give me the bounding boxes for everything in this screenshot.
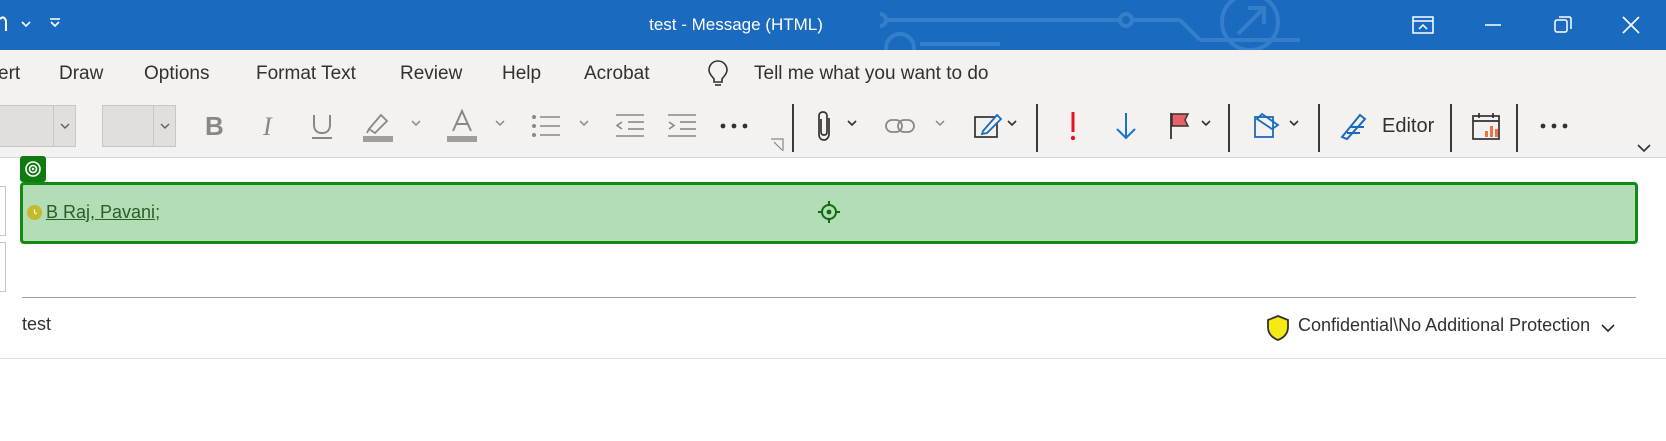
minimize-icon (1485, 24, 1501, 26)
close-button[interactable] (1596, 0, 1666, 50)
font-name-combo[interactable] (0, 105, 76, 147)
follow-up-dropdown-icon[interactable] (1200, 118, 1212, 128)
chevron-down-icon[interactable] (1600, 322, 1616, 334)
sensitivity-dropdown-icon[interactable] (1288, 118, 1300, 128)
dialog-launcher-icon[interactable] (770, 138, 784, 152)
to-recipient-field[interactable]: B Raj, Pavani; (20, 182, 1638, 244)
ribbon-separator (792, 104, 794, 152)
tab-review[interactable]: Review (400, 50, 462, 98)
restore-button[interactable] (1528, 0, 1598, 50)
bold-icon: B (205, 113, 224, 139)
ribbon-separator (1450, 104, 1452, 152)
title-bar: test - Message (HTML) (0, 0, 1666, 50)
link-button[interactable] (882, 106, 918, 146)
recipient-entry[interactable]: B Raj, Pavani; (46, 199, 160, 225)
to-button-edge[interactable] (0, 186, 6, 236)
presence-away-icon (27, 205, 42, 220)
more-commands-button[interactable] (1536, 106, 1572, 146)
follow-up-button[interactable] (1164, 106, 1196, 146)
bullets-icon (532, 115, 560, 137)
italic-icon: I (262, 113, 273, 139)
font-color-button[interactable] (442, 106, 482, 146)
underline-icon (312, 115, 332, 139)
sensitivity-label[interactable]: Confidential\No Additional Protection (1298, 315, 1590, 336)
underline-button[interactable] (305, 106, 339, 146)
chevron-down-icon[interactable] (53, 106, 75, 146)
chevron-down-icon[interactable] (153, 106, 175, 146)
increase-indent-button[interactable] (662, 106, 702, 146)
viva-insights-icon (1472, 113, 1500, 140)
shield-icon (1267, 315, 1289, 341)
bullets-dropdown-icon[interactable] (578, 118, 590, 128)
svg-text:B: B (205, 113, 224, 139)
collapse-ribbon-icon[interactable] (1636, 142, 1652, 154)
ribbon-separator (1036, 104, 1038, 152)
editor-button[interactable] (1336, 106, 1372, 146)
sensitivity-button[interactable] (1250, 106, 1284, 146)
highlight-icon (363, 113, 393, 142)
cc-button-edge[interactable] (0, 242, 6, 292)
restore-icon (1554, 16, 1572, 33)
attach-file-button[interactable] (810, 106, 840, 146)
tab-draw[interactable]: Draw (59, 50, 103, 98)
more-formatting-button[interactable] (716, 106, 752, 146)
tab-options[interactable]: Options (144, 50, 209, 98)
more-commands-icon (1540, 123, 1568, 129)
lightbulb-icon (708, 60, 728, 86)
decrease-indent-button[interactable] (610, 106, 650, 146)
ribbon-separator (1516, 104, 1518, 152)
attach-file-icon (818, 111, 830, 141)
editor-icon (1340, 113, 1367, 141)
link-dropdown-icon[interactable] (934, 118, 946, 128)
editor-label[interactable]: Editor (1382, 106, 1434, 146)
crosshair-icon (818, 201, 840, 223)
viva-insights-button[interactable] (1468, 106, 1504, 146)
sensitivity-icon (1254, 112, 1280, 138)
close-icon (1622, 16, 1640, 34)
font-size-combo[interactable] (102, 105, 176, 147)
font-color-dropdown-icon[interactable] (494, 118, 506, 128)
italic-button[interactable]: I (254, 106, 286, 146)
field-divider (22, 297, 1636, 298)
tell-me-search[interactable]: Tell me what you want to do (754, 50, 988, 98)
tab-help[interactable]: Help (502, 50, 541, 98)
low-importance-button[interactable] (1110, 106, 1142, 146)
ribbon-commands: B I Editor (0, 98, 1666, 158)
ribbon-display-icon (1412, 16, 1434, 34)
bold-button[interactable]: B (198, 106, 230, 146)
increase-indent-icon (668, 114, 696, 137)
highlight-button[interactable] (358, 106, 398, 146)
font-color-icon (447, 109, 477, 142)
ribbon-separator (1318, 104, 1320, 152)
high-importance-icon (1070, 112, 1076, 141)
more-icon (720, 123, 748, 129)
signature-icon (974, 113, 1003, 138)
bullets-button[interactable] (526, 106, 566, 146)
recipient-name[interactable]: B Raj, Pavani (46, 202, 155, 222)
svg-text:I: I (262, 113, 273, 139)
window-title: test - Message (HTML) (649, 15, 823, 34)
tab-format-text[interactable]: Format Text (256, 50, 356, 98)
body-divider (0, 358, 1666, 359)
recipient-separator: ; (155, 202, 161, 222)
signature-button[interactable] (970, 106, 1006, 146)
ribbon-tabs: ert Draw Options Format Text Review Help… (0, 50, 1666, 98)
signature-dropdown-icon[interactable] (1006, 118, 1018, 128)
outlook-message-window: test - Message (HTML) ert Draw Options F… (0, 0, 1666, 441)
tab-acrobat[interactable]: Acrobat (584, 50, 649, 98)
tab-insert[interactable]: ert (0, 50, 20, 98)
link-icon (885, 119, 915, 133)
target-icon (20, 156, 46, 182)
high-importance-button[interactable] (1058, 106, 1088, 146)
minimize-button[interactable] (1458, 0, 1528, 50)
highlight-dropdown-icon[interactable] (410, 118, 422, 128)
follow-up-flag-icon (1170, 113, 1190, 139)
attach-dropdown-icon[interactable] (846, 118, 858, 128)
low-importance-icon (1116, 113, 1136, 140)
ribbon-display-options-button[interactable] (1388, 0, 1458, 50)
subject-field[interactable]: test (22, 314, 51, 335)
ribbon-separator (1228, 104, 1230, 152)
decrease-indent-icon (615, 114, 644, 137)
